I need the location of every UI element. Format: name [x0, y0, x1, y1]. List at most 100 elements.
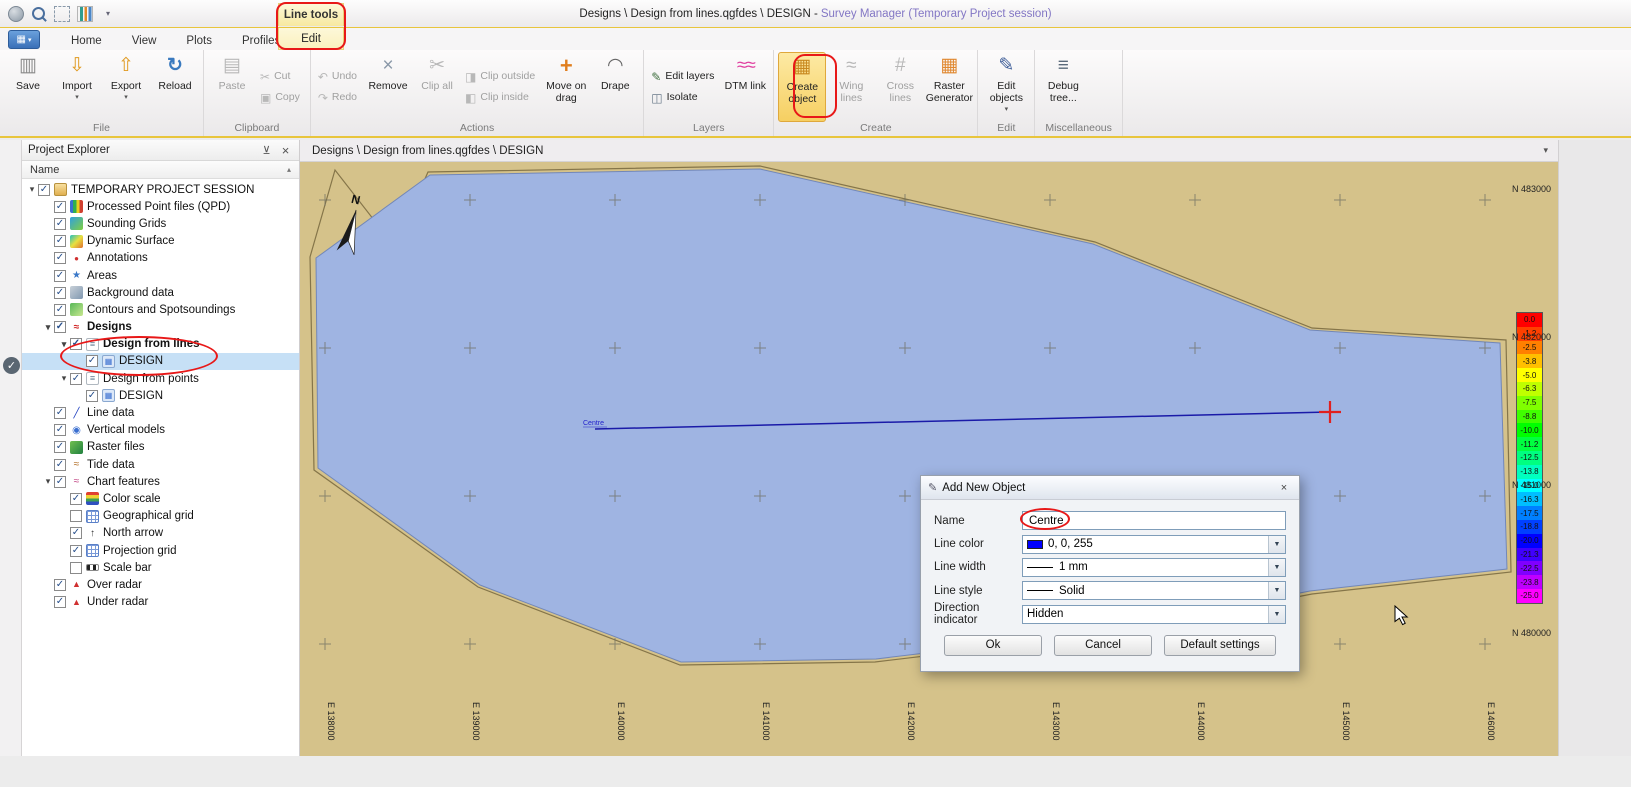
tree-item-designs[interactable]: ▾✓≈Designs — [22, 319, 299, 336]
fit-extents-icon[interactable] — [54, 6, 70, 22]
clip-outside-button[interactable]: ◨Clip outside — [462, 67, 541, 86]
line-style-combo[interactable]: Solid▼ — [1022, 581, 1286, 600]
checkbox[interactable]: ✓ — [54, 235, 66, 247]
checkbox[interactable]: ✓ — [70, 493, 82, 505]
checkbox[interactable]: ✓ — [54, 201, 66, 213]
tab-home[interactable]: Home — [56, 31, 117, 50]
line-color-combo[interactable]: 0, 0, 255▼ — [1022, 535, 1286, 554]
checkbox[interactable]: ✓ — [54, 252, 66, 264]
checkbox[interactable]: ✓ — [70, 338, 82, 350]
tree-item-tide-data[interactable]: ✓≈Tide data — [22, 456, 299, 473]
zoom-icon[interactable] — [31, 6, 47, 22]
checkbox[interactable]: ✓ — [54, 407, 66, 419]
checkbox[interactable]: ✓ — [54, 476, 66, 488]
tab-list-dropdown-icon[interactable]: ▾ — [1543, 145, 1548, 156]
import-button[interactable]: ⇩Import▾ — [53, 52, 101, 122]
tab-edit[interactable]: Edit — [278, 28, 344, 50]
tree-expander-icon[interactable]: ▾ — [42, 322, 54, 333]
tree-item-processed-point-files-qpd[interactable]: ✓Processed Point files (QPD) — [22, 198, 299, 215]
edit-objects-button[interactable]: ✎Edit objects▾ — [982, 52, 1030, 122]
tree-item-dynamic-surface[interactable]: ✓Dynamic Surface — [22, 233, 299, 250]
create-object-button[interactable]: ▦Create object — [778, 52, 826, 122]
dtm-link-button[interactable]: ≈≈DTM link — [721, 52, 769, 122]
name-input[interactable] — [1022, 511, 1286, 530]
application-menu-button[interactable]: ▦▾ — [8, 30, 40, 49]
checkbox[interactable]: ✓ — [70, 373, 82, 385]
checkbox[interactable]: ✓ — [86, 390, 98, 402]
tree-expander-icon[interactable]: ▾ — [58, 373, 70, 384]
chevron-down-icon[interactable]: ▼ — [1268, 536, 1285, 553]
isolate-button[interactable]: ◫Isolate — [648, 88, 720, 107]
redo-button[interactable]: ↷Redo — [315, 88, 363, 107]
clip-inside-button[interactable]: ◧Clip inside — [462, 88, 541, 107]
chevron-down-icon[interactable]: ▼ — [1268, 582, 1285, 599]
checkbox[interactable]: ✓ — [54, 459, 66, 471]
checkbox[interactable]: ✓ — [38, 184, 50, 196]
raster-generator-button[interactable]: ▦Raster Generator — [925, 52, 973, 122]
app-logo-icon[interactable] — [8, 6, 24, 22]
checkbox[interactable]: ✓ — [54, 579, 66, 591]
tree-column-header[interactable]: Name ▴ — [22, 161, 299, 179]
cross-lines-button[interactable]: #Cross lines — [876, 52, 924, 122]
clip-all-button[interactable]: ✂Clip all — [413, 52, 461, 122]
move-on-drag-button[interactable]: +Move on drag — [542, 52, 590, 122]
tree-expander-icon[interactable]: ▾ — [26, 184, 38, 195]
direction-indicator-combo[interactable]: Hidden▼ — [1022, 605, 1286, 624]
checkbox[interactable]: ✓ — [54, 218, 66, 230]
ok-button[interactable]: Ok — [944, 635, 1042, 656]
tree-item-over-radar[interactable]: ✓▲Over radar — [22, 576, 299, 593]
export-button[interactable]: ⇧Export▾ — [102, 52, 150, 122]
checkbox[interactable]: ✓ — [54, 596, 66, 608]
tree-item-geographical-grid[interactable]: Geographical grid — [22, 508, 299, 525]
tab-view[interactable]: View — [117, 31, 172, 50]
copy-button[interactable]: ▣Copy — [257, 88, 306, 107]
cut-button[interactable]: ✂Cut — [257, 67, 306, 86]
tree-item-raster-files[interactable]: ✓Raster files — [22, 439, 299, 456]
checkbox[interactable]: ✓ — [54, 270, 66, 282]
save-button[interactable]: ▥Save — [4, 52, 52, 122]
checkbox[interactable]: ✓ — [54, 321, 66, 333]
document-tab[interactable]: Designs \ Design from lines.qgfdes \ DES… — [312, 145, 543, 157]
tree-item-design[interactable]: ✓▦DESIGN — [22, 387, 299, 404]
remove-button[interactable]: ×Remove — [364, 52, 412, 122]
reload-button[interactable]: ↻Reload — [151, 52, 199, 122]
checkbox[interactable]: ✓ — [54, 304, 66, 316]
tree-item-contours-and-spotsoundings[interactable]: ✓Contours and Spotsoundings — [22, 301, 299, 318]
checkbox[interactable]: ✓ — [54, 287, 66, 299]
chevron-down-icon[interactable]: ▼ — [1268, 606, 1285, 623]
tree-item-chart-features[interactable]: ▾✓≈Chart features — [22, 473, 299, 490]
tree-item-design-from-lines[interactable]: ▾✓≡Design from lines — [22, 336, 299, 353]
tree-item-annotations[interactable]: ✓●Annotations — [22, 250, 299, 267]
chevron-down-icon[interactable]: ▼ — [1268, 559, 1285, 576]
checked-indicator-icon[interactable]: ✓ — [3, 357, 20, 374]
paste-button[interactable]: ▤Paste — [208, 52, 256, 122]
tree-item-under-radar[interactable]: ✓▲Under radar — [22, 594, 299, 611]
tree-item-north-arrow[interactable]: ✓↑North arrow — [22, 525, 299, 542]
tree-item-sounding-grids[interactable]: ✓Sounding Grids — [22, 215, 299, 232]
checkbox[interactable] — [70, 510, 82, 522]
tree-item-background-data[interactable]: ✓Background data — [22, 284, 299, 301]
tree-item-projection-grid[interactable]: ✓Projection grid — [22, 542, 299, 559]
tab-plots[interactable]: Plots — [171, 31, 227, 50]
tree-expander-icon[interactable]: ▾ — [42, 476, 54, 487]
checkbox[interactable]: ✓ — [70, 527, 82, 539]
tree-item-temporary-project-session[interactable]: ▾✓TEMPORARY PROJECT SESSION — [22, 181, 299, 198]
checkbox[interactable]: ✓ — [54, 424, 66, 436]
tree-item-color-scale[interactable]: ✓Color scale — [22, 490, 299, 507]
dialog-title-bar[interactable]: ✎ Add New Object — [921, 476, 1299, 500]
chart-icon[interactable] — [77, 6, 93, 22]
default-settings-button[interactable]: Default settings — [1164, 635, 1276, 656]
checkbox[interactable]: ✓ — [54, 441, 66, 453]
tree-item-areas[interactable]: ✓★Areas — [22, 267, 299, 284]
tree-item-vertical-models[interactable]: ✓◉Vertical models — [22, 422, 299, 439]
tree-item-scale-bar[interactable]: Scale bar — [22, 559, 299, 576]
qat-dropdown-icon[interactable]: ▾ — [100, 6, 116, 22]
pin-icon[interactable] — [259, 143, 274, 158]
undo-button[interactable]: ↶Undo — [315, 67, 363, 86]
name-input-field[interactable] — [1027, 512, 1285, 529]
drape-button[interactable]: ◠Drape — [591, 52, 639, 122]
checkbox[interactable] — [70, 562, 82, 574]
tree-item-line-data[interactable]: ✓╱Line data — [22, 404, 299, 421]
tree-expander-icon[interactable]: ▾ — [58, 339, 70, 350]
edit-layers-button[interactable]: ✎Edit layers — [648, 67, 720, 86]
